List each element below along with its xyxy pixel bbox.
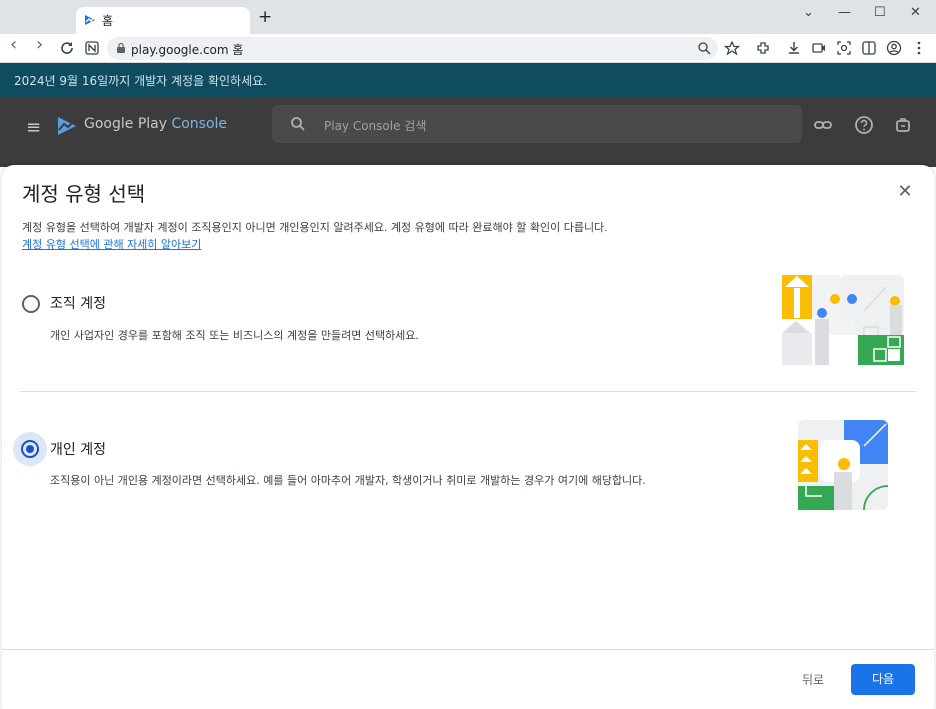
url-text: play.google.com 홈 (131, 43, 244, 57)
notifications-icon[interactable] (893, 115, 913, 135)
account-type-dialog: 계정 유형 선택 ✕ 계정 유형을 선택하여 개발자 계정이 조직용인지 아니면… (2, 165, 934, 709)
organization-illustration-icon (782, 275, 904, 365)
banner-text: 2024년 9월 16일까지 개발자 계정을 확인하세요. (14, 74, 267, 88)
extensions-icon[interactable] (755, 40, 771, 56)
browser-tab[interactable]: 홈 (76, 7, 250, 34)
options-divider (20, 391, 916, 392)
profile-icon[interactable] (886, 40, 902, 56)
option-organization-label: 조직 계정 (50, 296, 106, 312)
help-icon[interactable] (854, 115, 874, 135)
screenshot-icon[interactable] (836, 40, 852, 56)
option-personal-label: 개인 계정 (50, 442, 106, 458)
personal-illustration-icon (798, 420, 888, 510)
bookmark-icon[interactable] (724, 40, 740, 56)
next-button[interactable]: 다음 (851, 664, 915, 695)
option-organization[interactable]: 조직 계정 개인 사업자인 경우를 포함해 조직 또는 비즈니스의 계정을 만들… (2, 275, 934, 375)
window-close-button[interactable]: ✕ (910, 6, 921, 19)
dialog-description: 계정 유형을 선택하여 개발자 계정이 조직용인지 아니면 개인용인지 알려주세… (22, 221, 608, 234)
play-console-logo-icon (58, 117, 76, 135)
footer-divider (2, 649, 934, 650)
search-icon (291, 117, 305, 131)
tab-title: 홈 (102, 14, 114, 28)
download-icon[interactable] (786, 40, 802, 56)
dialog-close-icon[interactable]: ✕ (895, 182, 915, 202)
maximize-button[interactable]: ☐ (874, 6, 886, 19)
app-title: Google Play Console (84, 116, 227, 132)
new-tab-button[interactable]: + (258, 9, 272, 26)
forward-nav-button[interactable]: › (36, 36, 43, 54)
side-panel-icon[interactable] (861, 40, 877, 56)
minimize-button[interactable]: — (838, 6, 851, 19)
browser-toolbar: ‹ › play.google.com 홈 (0, 34, 936, 63)
app-title-accent: Console (171, 116, 228, 132)
app-bar: ≡ Google Play Console Play Console 검색 (0, 97, 936, 167)
search-placeholder: Play Console 검색 (324, 119, 427, 133)
cast-icon[interactable] (811, 40, 827, 56)
site-info-icon[interactable] (84, 40, 100, 56)
hamburger-menu-icon[interactable]: ≡ (26, 117, 41, 138)
browser-tab-strip: 홈 + ⌄ — ☐ ✕ (0, 0, 936, 34)
radio-organization[interactable] (22, 295, 40, 313)
zoom-icon[interactable] (697, 41, 711, 55)
console-search-field[interactable]: Play Console 검색 (272, 105, 802, 143)
app-title-brand: Google Play (84, 116, 168, 132)
option-organization-description: 개인 사업자인 경우를 포함해 조직 또는 비즈니스의 계정을 만들려면 선택하… (50, 329, 419, 342)
address-bar[interactable]: play.google.com 홈 (107, 37, 718, 60)
more-menu-icon[interactable] (911, 40, 927, 56)
radio-personal[interactable] (21, 440, 39, 458)
option-personal-description: 조직용이 아닌 개인용 계정이라면 선택하세요. 예를 들어 아마추어 개발자,… (50, 474, 646, 487)
tab-list-button[interactable]: ⌄ (803, 6, 814, 19)
back-button[interactable]: 뒤로 (789, 665, 837, 695)
verification-banner: 2024년 9월 16일까지 개발자 계정을 확인하세요. (0, 63, 936, 97)
option-personal[interactable]: 개인 계정 조직용이 아닌 개인용 계정이라면 선택하세요. 예를 들어 아마추… (2, 420, 934, 520)
back-nav-button[interactable]: ‹ (10, 36, 17, 54)
reload-icon[interactable] (59, 40, 75, 56)
lock-icon (117, 42, 125, 53)
dialog-title: 계정 유형 선택 (22, 182, 146, 206)
link-icon[interactable] (813, 115, 833, 135)
play-console-favicon-icon (85, 15, 95, 25)
learn-more-link[interactable]: 계정 유형 선택에 관해 자세히 알아보기 (22, 236, 201, 252)
